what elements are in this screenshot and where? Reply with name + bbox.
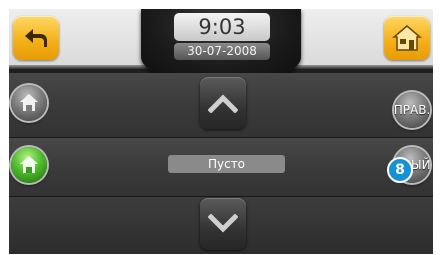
home-icon [392,25,422,51]
chevron-down-icon [208,214,238,233]
home-button[interactable] [384,16,430,60]
active-scene-button[interactable] [11,147,47,183]
number-badge: 8 [387,157,413,183]
app-window: 9:03 30-07-2008 Пусто ПРАВ. ОВЫЙ 8 [9,9,433,254]
back-button[interactable] [13,16,59,60]
clock-panel: 9:03 30-07-2008 [141,9,301,77]
empty-item-label: Пусто [168,155,285,173]
house-icon [20,156,38,173]
scene-button[interactable] [11,85,47,121]
scroll-down-button[interactable] [200,198,246,250]
house-icon [20,94,38,111]
edit-button[interactable]: ПРАВ. [394,92,430,128]
edit-label: ПРАВ. [394,103,430,117]
time-display: 9:03 [174,13,270,41]
scroll-up-button[interactable] [200,77,246,129]
back-arrow-icon [25,29,47,47]
date-display: 30-07-2008 [174,43,270,60]
chevron-up-icon [208,94,238,113]
